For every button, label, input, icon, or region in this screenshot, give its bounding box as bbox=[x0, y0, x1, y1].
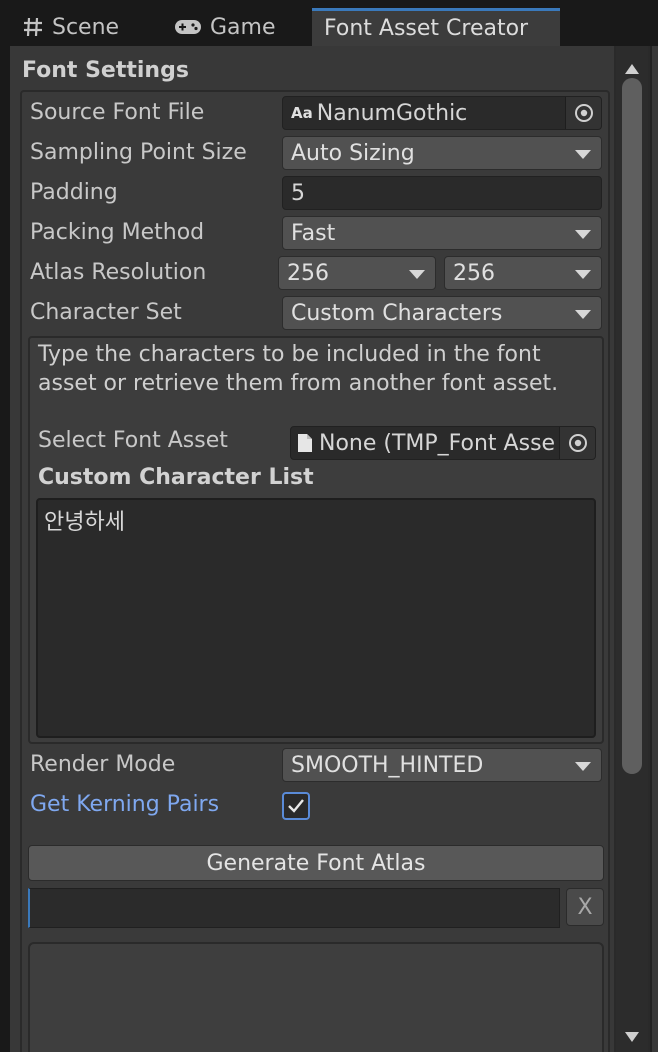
object-picker-icon[interactable] bbox=[565, 97, 601, 129]
window-edge bbox=[650, 46, 658, 1052]
atlas-height-dropdown[interactable]: 256 bbox=[444, 256, 602, 290]
sampling-point-size-dropdown[interactable]: Auto Sizing bbox=[282, 136, 602, 170]
custom-character-list-value: 안녕하세 bbox=[44, 510, 125, 535]
scroll-up-arrow-icon[interactable] bbox=[624, 56, 640, 74]
character-set-dropdown[interactable]: Custom Characters bbox=[282, 296, 602, 330]
character-set-value: Custom Characters bbox=[291, 300, 503, 326]
checkmark-icon bbox=[288, 799, 304, 813]
font-file-icon: Aa bbox=[291, 104, 313, 122]
padding-label: Padding bbox=[30, 180, 118, 205]
chevron-down-icon bbox=[575, 270, 591, 279]
chevron-down-icon bbox=[575, 150, 591, 159]
render-mode-label: Render Mode bbox=[30, 752, 176, 777]
tab-game-label: Game bbox=[210, 14, 276, 40]
progress-bar bbox=[28, 888, 560, 928]
section-title: Font Settings bbox=[22, 58, 189, 83]
tab-bar: Scene Game Font Asset Creator bbox=[0, 0, 658, 46]
chevron-down-icon bbox=[409, 270, 425, 279]
clear-button[interactable]: X bbox=[566, 888, 604, 926]
chevron-down-icon bbox=[575, 310, 591, 319]
source-font-file-label: Source Font File bbox=[30, 100, 205, 125]
scrollbar-thumb[interactable] bbox=[622, 78, 642, 774]
tab-font-asset-creator-label: Font Asset Creator bbox=[324, 16, 529, 41]
character-set-label: Character Set bbox=[30, 300, 182, 325]
tab-font-asset-creator[interactable]: Font Asset Creator bbox=[312, 8, 560, 46]
document-icon bbox=[297, 433, 313, 453]
render-mode-dropdown[interactable]: SMOOTH_HINTED bbox=[282, 748, 602, 782]
source-font-file-field[interactable]: Aa NanumGothic bbox=[282, 96, 602, 130]
select-font-asset-field[interactable]: None (TMP_Font Asset) bbox=[290, 426, 596, 460]
packing-method-label: Packing Method bbox=[30, 220, 205, 245]
source-font-file-value: NanumGothic bbox=[316, 100, 468, 126]
atlas-resolution-label: Atlas Resolution bbox=[30, 260, 207, 285]
atlas-width-dropdown[interactable]: 256 bbox=[278, 256, 436, 290]
object-picker-icon[interactable] bbox=[559, 427, 595, 459]
select-font-asset-label: Select Font Asset bbox=[38, 428, 228, 453]
padding-value: 5 bbox=[291, 180, 305, 206]
get-kerning-pairs-checkbox[interactable] bbox=[282, 792, 310, 820]
chevron-down-icon bbox=[575, 230, 591, 239]
packing-method-value: Fast bbox=[291, 220, 336, 246]
atlas-width-value: 256 bbox=[287, 260, 329, 286]
custom-character-list-input[interactable]: 안녕하세 bbox=[36, 498, 596, 738]
tab-scene[interactable]: Scene bbox=[20, 8, 119, 46]
padding-input[interactable]: 5 bbox=[282, 176, 602, 210]
tab-scene-label: Scene bbox=[52, 14, 120, 40]
render-mode-value: SMOOTH_HINTED bbox=[291, 752, 484, 778]
generate-font-atlas-button[interactable]: Generate Font Atlas bbox=[28, 845, 604, 881]
atlas-height-value: 256 bbox=[453, 260, 495, 286]
clear-button-label: X bbox=[577, 894, 593, 920]
sampling-point-size-value: Auto Sizing bbox=[291, 140, 415, 166]
get-kerning-pairs-label: Get Kerning Pairs bbox=[30, 792, 220, 817]
gamepad-icon bbox=[174, 18, 202, 36]
tab-game[interactable]: Game bbox=[174, 8, 276, 46]
grid-icon bbox=[22, 16, 44, 38]
help-text: Type the characters to be included in th… bbox=[38, 342, 559, 396]
output-info-box bbox=[28, 942, 604, 1052]
select-font-asset-value: None (TMP_Font Asset) bbox=[319, 430, 555, 456]
packing-method-dropdown[interactable]: Fast bbox=[282, 216, 602, 250]
chevron-down-icon bbox=[575, 762, 591, 771]
custom-character-list-label: Custom Character List bbox=[38, 465, 314, 490]
generate-font-atlas-label: Generate Font Atlas bbox=[206, 850, 426, 876]
sampling-point-size-label: Sampling Point Size bbox=[30, 140, 247, 165]
scroll-down-arrow-icon[interactable] bbox=[624, 1024, 640, 1042]
